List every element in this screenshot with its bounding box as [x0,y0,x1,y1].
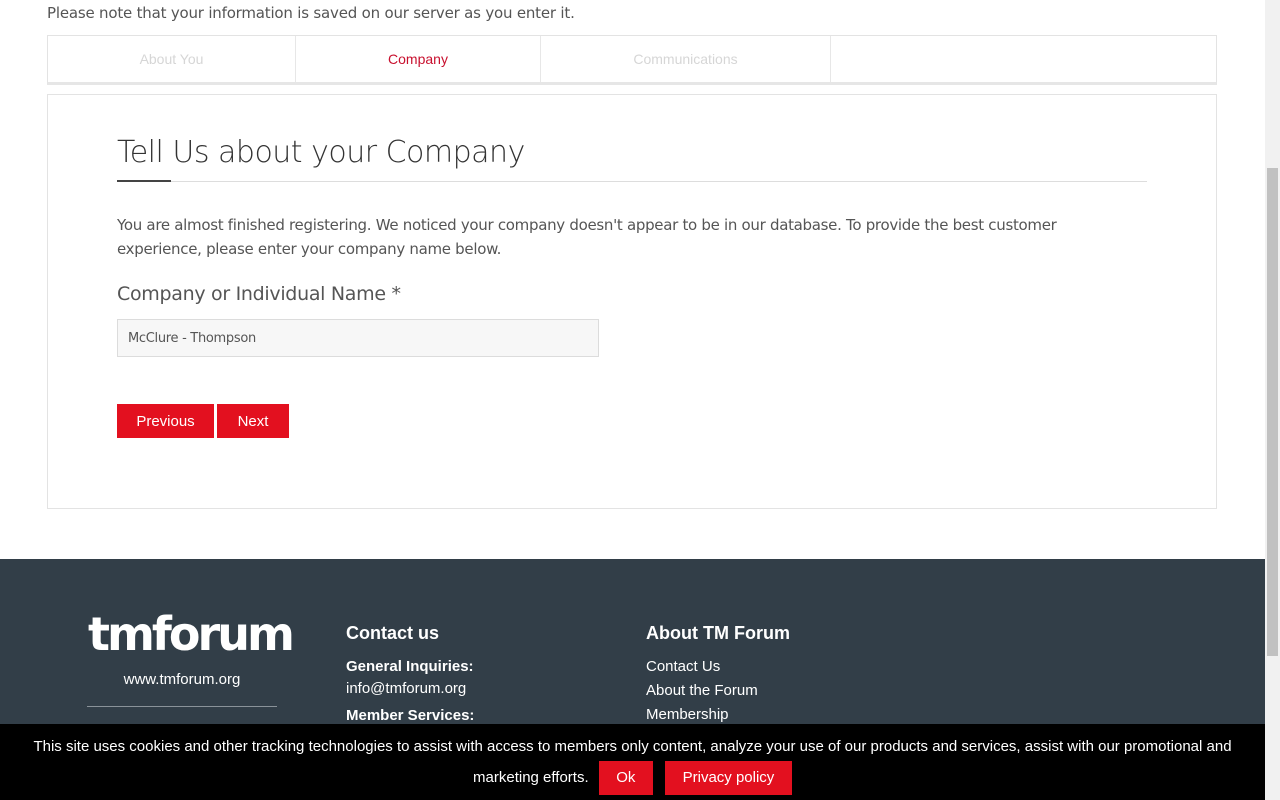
tab-about-you[interactable]: About You [48,36,296,82]
general-email-link[interactable]: info@tmforum.org [346,680,466,697]
footer-link-contact-us[interactable]: Contact Us [646,658,720,675]
member-services-label: Member Services: [346,707,475,724]
privacy-policy-button[interactable]: Privacy policy [664,761,792,795]
page-scrollbar[interactable] [1265,0,1280,800]
title-divider [117,181,1147,182]
page: Please note that your information is sav… [0,0,1265,800]
tab-communications[interactable]: Communications [541,36,831,82]
next-button[interactable]: Next [217,404,289,438]
company-name-input[interactable] [117,319,599,357]
tab-company[interactable]: Company [296,36,541,82]
tmforum-logo[interactable]: tmforum [88,607,295,661]
registration-tabs: About You Company Communications [47,35,1217,85]
footer-link-membership[interactable]: Membership [646,706,729,723]
cookie-banner: This site uses cookies and other trackin… [0,724,1265,800]
contact-heading: Contact us [346,623,440,643]
general-inquiries-label: General Inquiries: [346,658,474,675]
company-name-label: Company or Individual Name * [117,283,401,305]
website-link[interactable]: www.tmforum.org [88,671,276,688]
previous-button[interactable]: Previous [117,404,214,438]
footer-divider [87,706,277,707]
form-intro: You are almost finished registering. We … [117,216,1057,258]
scrollbar-thumb[interactable] [1267,168,1278,656]
cookie-ok-button[interactable]: Ok [598,761,653,795]
form-title: Tell Us about your Company [117,135,525,170]
footer-link-about-forum[interactable]: About the Forum [646,682,758,699]
about-heading: About TM Forum [646,623,790,643]
company-form-card: Tell Us about your Company You are almos… [47,94,1217,509]
save-notice: Please note that your information is sav… [47,4,575,22]
cookie-message: This site uses cookies and other trackin… [20,733,1245,795]
tab-empty [831,36,1216,82]
title-accent [117,180,171,182]
